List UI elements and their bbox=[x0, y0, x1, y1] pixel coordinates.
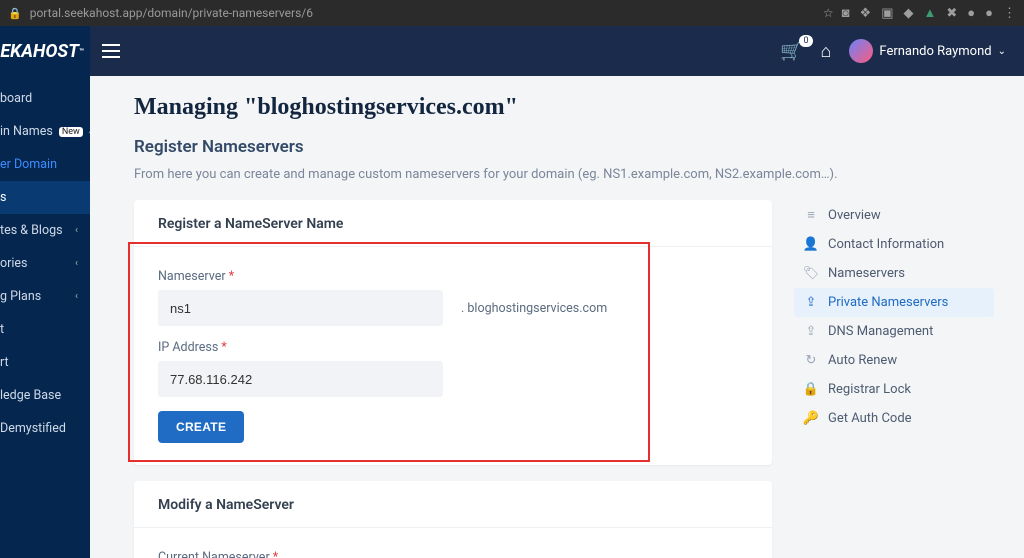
brand-tm: ™ bbox=[79, 47, 84, 56]
lock-icon: 🔒 bbox=[8, 7, 22, 20]
chevron-left-icon: ‹ bbox=[75, 291, 84, 302]
ext-icon[interactable]: ▲ bbox=[924, 5, 937, 21]
sidebar-item-label: t bbox=[0, 322, 4, 337]
tab-label: Private Nameservers bbox=[828, 295, 948, 310]
ext-icon[interactable]: ✖ bbox=[946, 6, 957, 21]
bookmark-star-icon[interactable]: ☆ bbox=[823, 6, 834, 20]
sidebar-item-label: in Names bbox=[0, 124, 53, 139]
url-text: portal.seekahost.app/domain/private-name… bbox=[30, 6, 815, 20]
sidebar-item-label: board bbox=[0, 91, 32, 106]
tab-get-auth-code[interactable]: 🔑 Get Auth Code bbox=[794, 404, 994, 433]
brand-logo[interactable]: EKAHOST™ bbox=[0, 26, 90, 76]
tab-nameservers[interactable]: 🏷 Nameservers bbox=[794, 259, 994, 288]
required-asterisk: * bbox=[221, 340, 226, 355]
user-name: Fernando Raymond bbox=[879, 44, 991, 59]
section-title: Register Nameservers bbox=[134, 137, 994, 157]
sidebar-item-sites-blogs[interactable]: tes & Blogs ‹ bbox=[0, 214, 90, 247]
upload-icon: ⇪ bbox=[804, 295, 818, 310]
sidebar-item-label: Demystified bbox=[0, 421, 66, 436]
tab-registrar-lock[interactable]: 🔒 Registrar Lock bbox=[794, 375, 994, 404]
new-badge: New bbox=[59, 127, 83, 137]
avatar bbox=[849, 39, 873, 63]
ext-icon[interactable]: ◙ bbox=[842, 5, 850, 21]
key-icon: 🔑 bbox=[804, 411, 818, 426]
browser-menu-icon[interactable]: ⋮ bbox=[1003, 6, 1016, 21]
main-content: Managing "bloghostingservices.com" Regis… bbox=[90, 76, 1024, 558]
sidebar-item-label: rt bbox=[0, 355, 9, 370]
ext-icon[interactable]: ❖ bbox=[860, 6, 872, 21]
card-heading: Register a NameServer Name bbox=[134, 200, 772, 247]
cart-count-badge: 0 bbox=[799, 35, 812, 47]
card-register-nameserver: Register a NameServer Name Nameserver * … bbox=[134, 200, 772, 465]
ext-icon[interactable]: ▣ bbox=[881, 6, 893, 21]
section-hint: From here you can create and manage cust… bbox=[134, 167, 994, 182]
sidebar-item-demystified[interactable]: Demystified bbox=[0, 412, 90, 445]
sidebar-item-label: ledge Base bbox=[0, 388, 61, 403]
tag-icon: 🏷 bbox=[804, 266, 818, 281]
tab-private-nameservers[interactable]: ⇪ Private Nameservers bbox=[794, 288, 994, 317]
user-menu[interactable]: Fernando Raymond ⌄ bbox=[849, 39, 1006, 63]
tab-label: Contact Information bbox=[828, 237, 944, 252]
sidebar-item-label: ories bbox=[0, 256, 27, 271]
required-asterisk: * bbox=[229, 269, 234, 284]
tab-label: Registrar Lock bbox=[828, 382, 911, 397]
sidebar: board in Names New ⌄ er Domain s tes & B… bbox=[0, 76, 90, 558]
home-icon[interactable]: ⌂ bbox=[821, 41, 832, 62]
tab-contact-information[interactable]: 👤 Contact Information bbox=[794, 230, 994, 259]
card-heading: Modify a NameServer bbox=[134, 481, 772, 528]
page-title: Managing "bloghostingservices.com" bbox=[134, 94, 994, 121]
user-icon: 👤 bbox=[804, 237, 818, 252]
sidebar-item-hosting-plans[interactable]: g Plans ‹ bbox=[0, 280, 90, 313]
tab-label: Overview bbox=[828, 208, 881, 223]
tab-label: Auto Renew bbox=[828, 353, 897, 368]
brand-name: EKAHOST bbox=[0, 41, 79, 62]
settings-tabs: ≡ Overview 👤 Contact Information 🏷 Names… bbox=[794, 200, 994, 433]
sidebar-item-label: tes & Blogs bbox=[0, 223, 63, 238]
current-nameserver-label: Current Nameserver * bbox=[158, 550, 748, 558]
sidebar-item-categories[interactable]: ories ‹ bbox=[0, 247, 90, 280]
tab-auto-renew[interactable]: ↻ Auto Renew bbox=[794, 346, 994, 375]
chevron-down-icon: ⌄ bbox=[998, 46, 1006, 57]
lock-icon: 🔒 bbox=[804, 382, 818, 397]
menu-toggle-icon[interactable] bbox=[90, 50, 132, 52]
chevron-left-icon: ‹ bbox=[75, 258, 84, 269]
sidebar-item-knowledge-base[interactable]: ledge Base bbox=[0, 379, 90, 412]
required-asterisk: * bbox=[273, 550, 278, 558]
sidebar-item-register-domain[interactable]: er Domain bbox=[0, 148, 90, 181]
tab-dns-management[interactable]: ⇪ DNS Management bbox=[794, 317, 994, 346]
refresh-icon: ↻ bbox=[804, 353, 818, 368]
ext-avatar[interactable]: ● bbox=[985, 5, 993, 21]
tab-label: DNS Management bbox=[828, 324, 933, 339]
sidebar-item-label: g Plans bbox=[0, 289, 41, 304]
tab-overview[interactable]: ≡ Overview bbox=[794, 200, 994, 230]
nameserver-input[interactable] bbox=[158, 290, 443, 326]
domain-suffix: . bloghostingservices.com bbox=[461, 301, 607, 316]
sidebar-item-domains[interactable]: s bbox=[0, 181, 90, 214]
ip-address-input[interactable] bbox=[158, 361, 443, 397]
sidebar-item-domain-names[interactable]: in Names New ⌄ bbox=[0, 115, 90, 148]
ext-avatar[interactable]: ● bbox=[967, 5, 975, 21]
cart-icon[interactable]: 🛒 0 bbox=[780, 41, 802, 62]
create-button[interactable]: CREATE bbox=[158, 411, 244, 443]
sidebar-item[interactable]: t bbox=[0, 313, 90, 346]
nameserver-label: Nameserver * bbox=[158, 269, 748, 284]
sidebar-item-label: er Domain bbox=[0, 157, 57, 172]
browser-extensions: ◙ ❖ ▣ ◆ ▲ ✖ ● ● ⋮ bbox=[842, 5, 1016, 21]
upload-icon: ⇪ bbox=[804, 324, 818, 339]
card-modify-nameserver: Modify a NameServer Current Nameserver *… bbox=[134, 481, 772, 558]
ip-label: IP Address * bbox=[158, 340, 748, 355]
sidebar-item-dashboard[interactable]: board bbox=[0, 82, 90, 115]
tab-label: Get Auth Code bbox=[828, 411, 912, 426]
ext-icon[interactable]: ◆ bbox=[904, 6, 914, 21]
sidebar-item-support[interactable]: rt bbox=[0, 346, 90, 379]
browser-address-bar: 🔒 portal.seekahost.app/domain/private-na… bbox=[0, 0, 1024, 26]
tab-label: Nameservers bbox=[828, 266, 905, 281]
chevron-left-icon: ‹ bbox=[75, 225, 84, 236]
top-navbar: EKAHOST™ 🛒 0 ⌂ Fernando Raymond ⌄ bbox=[0, 26, 1024, 76]
list-icon: ≡ bbox=[804, 207, 818, 223]
sidebar-item-label: s bbox=[0, 190, 6, 205]
